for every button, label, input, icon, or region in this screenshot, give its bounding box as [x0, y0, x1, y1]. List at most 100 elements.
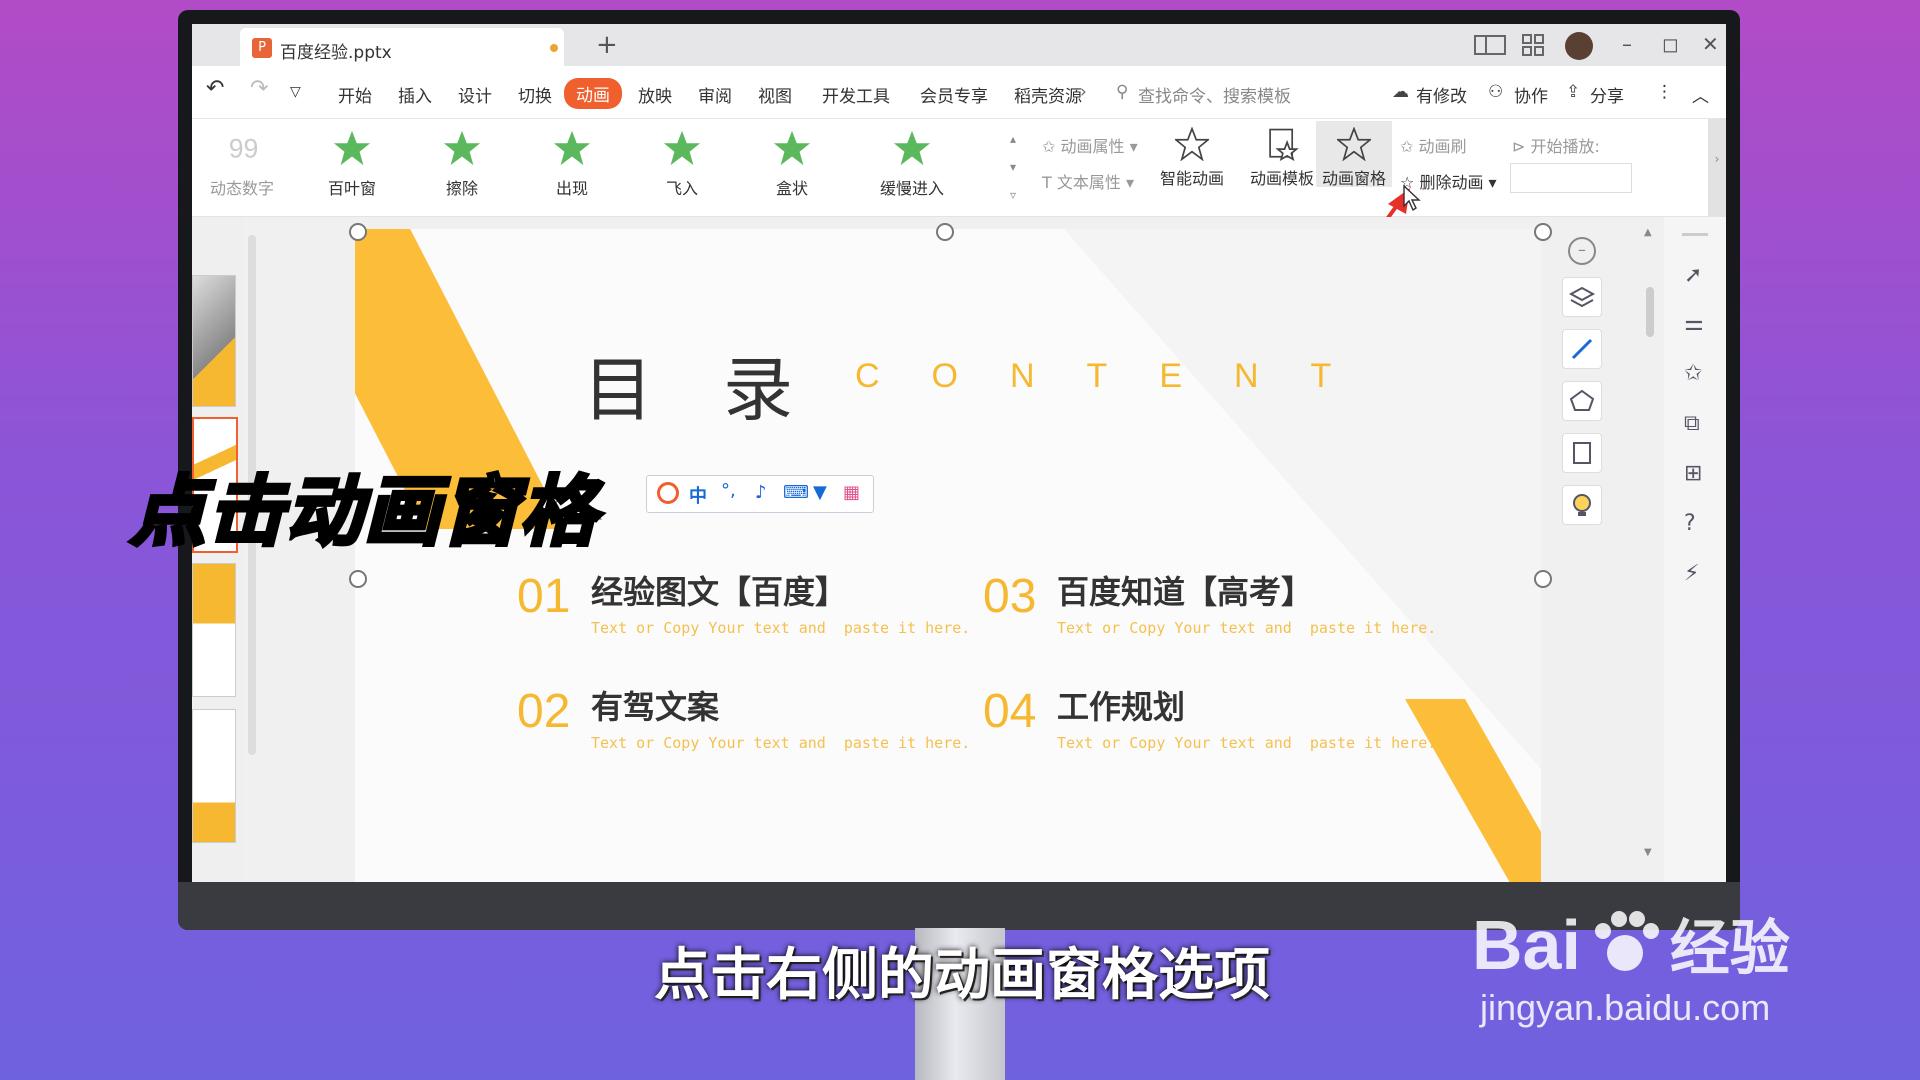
slide-thumb[interactable]	[192, 275, 236, 407]
ime-keyboard-icon[interactable]: ⌨	[783, 482, 809, 503]
restore-button[interactable]: ◻	[1662, 32, 1679, 56]
menu-member[interactable]: 会员专享	[920, 82, 988, 107]
star-wipe-icon	[443, 130, 481, 166]
modified-status[interactable]: 有修改	[1416, 82, 1467, 107]
anim-blinds[interactable]: 百叶窗	[302, 129, 402, 199]
slide-thumb[interactable]	[192, 709, 236, 843]
watermark-brand: Bai	[1472, 906, 1581, 984]
menu-insert[interactable]: 插入	[398, 82, 432, 107]
item-title: 经验图文【百度】	[591, 573, 848, 611]
anim-slow-enter[interactable]: 缓慢进入	[852, 129, 972, 199]
watermark-url: jingyan.baidu.com	[1480, 987, 1771, 1028]
ime-apps-icon[interactable]: ▦	[843, 482, 860, 503]
menu-docer[interactable]: 稻壳资源	[1014, 82, 1082, 107]
text-props-button[interactable]: T 文本属性 ▾	[1042, 169, 1134, 193]
star-anim-icon[interactable]: ✩	[1684, 361, 1702, 386]
more-vertical-icon[interactable]: ⋮	[1656, 82, 1673, 102]
menu-transition[interactable]: 切换	[518, 82, 552, 107]
anim-fly-in[interactable]: 飞入	[632, 129, 732, 199]
grid-apps-icon[interactable]	[1522, 34, 1544, 56]
ribbon-scroll-right[interactable]: ›	[1708, 119, 1726, 216]
menu-developer[interactable]: 开发工具	[822, 82, 890, 107]
star-blinds-icon	[333, 130, 371, 166]
search-command-input[interactable]: 查找命令、搜索模板	[1138, 82, 1291, 107]
baidu-watermark: Bai 经验 jingyan.baidu.com	[1472, 900, 1790, 1029]
item-subtitle: Text or Copy Your text and paste it here…	[1057, 734, 1437, 752]
anim-props-icon: ✩	[1042, 137, 1056, 156]
zoom-out-icon[interactable]: –	[1568, 237, 1596, 265]
rocket-icon[interactable]: ➚	[1684, 263, 1702, 288]
search-icon[interactable]: ⚲	[1116, 82, 1128, 102]
collab-button[interactable]: 协作	[1514, 82, 1548, 107]
slide-thumb[interactable]	[192, 563, 236, 697]
ime-punct-icon[interactable]: °,	[721, 480, 736, 501]
avatar[interactable]	[1565, 32, 1593, 60]
collab-icon: ⚇	[1488, 82, 1504, 102]
scroll-thumb[interactable]	[1646, 287, 1654, 337]
more-chevron-icon[interactable]: ›	[1080, 82, 1087, 102]
anim-template-icon	[1269, 128, 1299, 161]
quick-access-dropdown-icon[interactable]: ▽	[290, 84, 301, 100]
ime-mic-icon[interactable]: ♪	[755, 482, 767, 503]
gallery-scroll[interactable]: ▴ ▾ ▿	[1010, 125, 1016, 209]
anim-brush-button[interactable]: ✩ 动画刷	[1400, 133, 1467, 157]
resize-handle[interactable]	[1534, 223, 1552, 241]
tab-title: 百度经验.pptx	[280, 43, 392, 63]
undo-icon[interactable]: ↶	[206, 76, 224, 101]
layers-icon[interactable]	[1562, 277, 1602, 317]
layout-icon[interactable]	[1474, 34, 1506, 56]
anim-box[interactable]: 盒状	[742, 129, 842, 199]
menu-slideshow[interactable]: 放映	[638, 82, 672, 107]
bulb-icon[interactable]	[1562, 485, 1602, 525]
anim-template-button[interactable]: 动画模板	[1242, 127, 1322, 189]
resize-handle[interactable]	[349, 570, 367, 588]
shape-fill-icon[interactable]	[1562, 381, 1602, 421]
drag-handle[interactable]	[1682, 233, 1708, 236]
anim-appear[interactable]: 出现	[522, 129, 622, 199]
anim-dynamic-number[interactable]: 99 动态数字	[192, 129, 292, 199]
ime-skin-icon[interactable]: ▼	[813, 482, 827, 503]
document-tab[interactable]: P 百度经验.pptx	[240, 28, 564, 66]
mouse-cursor-icon	[1403, 184, 1421, 212]
transition-icon[interactable]: ⧉	[1684, 411, 1700, 436]
menu-review[interactable]: 审阅	[698, 82, 732, 107]
resize-handle[interactable]	[349, 223, 367, 241]
smart-anim-button[interactable]: 智能动画	[1152, 127, 1232, 189]
anim-wipe[interactable]: 擦除	[412, 129, 512, 199]
menu-design[interactable]: 设计	[458, 82, 492, 107]
anim-props-button[interactable]: ✩ 动画属性 ▾	[1042, 133, 1138, 157]
baidu-paw-icon	[1595, 911, 1660, 971]
scroll-down-icon[interactable]: ▼	[1644, 847, 1652, 858]
gallery-icon[interactable]: ⊞	[1684, 461, 1702, 486]
anim-label: 飞入	[665, 179, 698, 198]
resize-handle[interactable]	[1534, 570, 1552, 588]
share-button[interactable]: 分享	[1590, 82, 1624, 107]
collapse-ribbon-icon[interactable]: ︿	[1692, 82, 1709, 107]
smart-anim-label: 智能动画	[1159, 169, 1224, 188]
anim-label: 盒状	[775, 179, 808, 198]
close-button[interactable]: ✕	[1702, 32, 1719, 56]
scroll-up-icon[interactable]: ▲	[1644, 227, 1652, 238]
svg-text:99: 99	[229, 134, 259, 164]
watermark-brand2: 经验	[1669, 915, 1790, 982]
start-play-text: 开始播放:	[1530, 137, 1600, 156]
share-icon: ⇪	[1566, 82, 1581, 102]
vertical-scrollbar[interactable]: ▲ ▼	[1644, 227, 1656, 867]
menu-view[interactable]: 视图	[758, 82, 792, 107]
start-play-select[interactable]	[1510, 163, 1632, 193]
menu-start[interactable]: 开始	[338, 82, 372, 107]
resize-handle[interactable]	[936, 223, 954, 241]
frame-icon[interactable]	[1562, 433, 1602, 473]
minimize-button[interactable]: –	[1622, 32, 1632, 56]
redo-icon[interactable]: ↷	[250, 76, 268, 101]
item-subtitle: Text or Copy Your text and paste it here…	[1057, 619, 1437, 637]
item-title: 工作规划	[1057, 688, 1186, 726]
menu-animation[interactable]: 动画	[564, 78, 622, 109]
ime-lang-toggle[interactable]: 中	[689, 482, 707, 508]
sliders-icon[interactable]: ⚌	[1684, 311, 1704, 336]
item-title: 百度知道【高考】	[1057, 573, 1314, 611]
pen-icon[interactable]	[1562, 329, 1602, 369]
new-tab-button[interactable]: +	[596, 30, 618, 60]
help-icon[interactable]: ?	[1684, 511, 1696, 536]
lightning-icon[interactable]: ⚡	[1684, 561, 1699, 586]
